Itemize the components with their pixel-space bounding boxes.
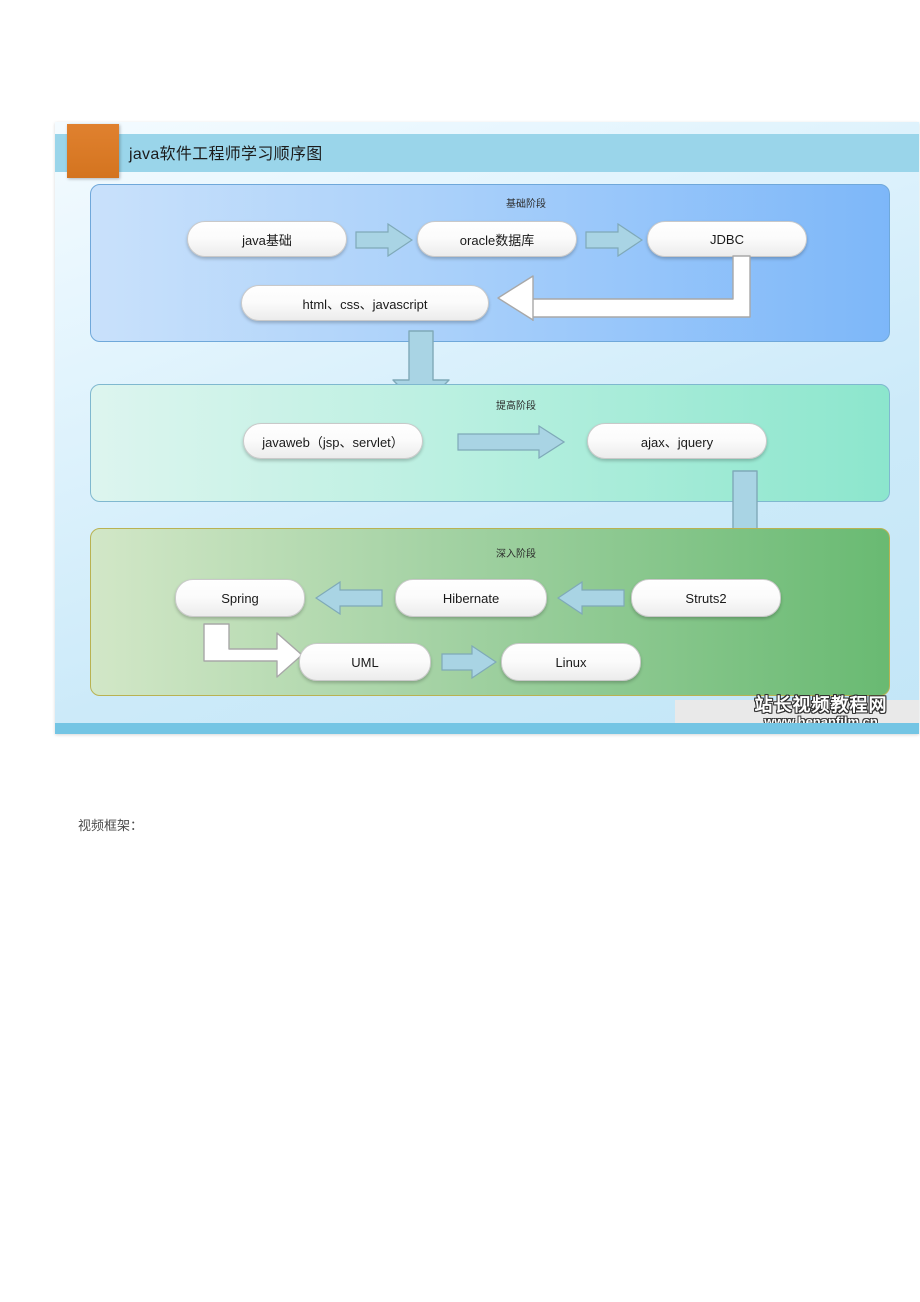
- title-accent-square-icon: [67, 124, 119, 178]
- node-ajax-jquery[interactable]: ajax、jquery: [587, 423, 767, 459]
- node-label: oracle数据库: [459, 232, 535, 248]
- node-uml[interactable]: UML: [299, 643, 431, 681]
- node-javaweb[interactable]: javaweb（jsp、servlet）: [243, 423, 423, 459]
- node-label: html、css、javascript: [302, 296, 428, 312]
- node-label: Hibernate: [442, 590, 500, 606]
- node-hibernate[interactable]: Hibernate: [395, 579, 547, 617]
- node-label: JDBC: [710, 231, 744, 247]
- arrow-elbow-spring-to-uml: [203, 623, 303, 685]
- node-label: Struts2: [685, 590, 727, 606]
- slide-title: java软件工程师学习顺序图: [129, 146, 323, 163]
- arrow-right-java-to-oracle: [355, 223, 413, 257]
- stage-label-foundation: 基础阶段: [506, 199, 546, 210]
- node-jdbc[interactable]: JDBC: [647, 221, 807, 257]
- node-label: javaweb（jsp、servlet）: [262, 434, 404, 450]
- node-oracle-database[interactable]: oracle数据库: [417, 221, 577, 257]
- arrow-left-struts2-to-hibernate: [557, 581, 625, 615]
- slide-bottom-bar: [55, 723, 919, 734]
- node-linux[interactable]: Linux: [501, 643, 641, 681]
- node-label: UML: [351, 654, 379, 670]
- slide-canvas: java软件工程师学习顺序图 基础阶段 java基础 oracle数据库 JDB…: [55, 122, 919, 734]
- node-java-basics[interactable]: java基础: [187, 221, 347, 257]
- stage-label-improve: 提高阶段: [496, 401, 536, 412]
- arrow-right-javaweb-to-ajax: [457, 425, 565, 459]
- arrow-elbow-jdbc-to-frontend: [497, 255, 751, 321]
- arrow-right-uml-to-linux: [441, 645, 497, 679]
- page-caption: 视频框架：: [78, 818, 144, 833]
- stage-panel-foundation: 基础阶段 java基础 oracle数据库 JDBC html、css、java…: [90, 184, 890, 342]
- stage-panel-advanced: 深入阶段 Spring Hibernate Struts2 UML Linux: [90, 528, 890, 696]
- node-spring[interactable]: Spring: [175, 579, 305, 617]
- node-label: Linux: [555, 654, 587, 670]
- arrow-left-hibernate-to-spring: [315, 581, 383, 615]
- node-label: ajax、jquery: [640, 434, 714, 450]
- stage-label-advanced: 深入阶段: [496, 549, 536, 560]
- node-label: java基础: [242, 232, 292, 248]
- arrow-right-oracle-to-jdbc: [585, 223, 643, 257]
- node-html-css-javascript[interactable]: html、css、javascript: [241, 285, 489, 321]
- watermark-site-name: 站长视频教程网: [754, 695, 888, 715]
- node-struts2[interactable]: Struts2: [631, 579, 781, 617]
- node-label: Spring: [221, 590, 259, 606]
